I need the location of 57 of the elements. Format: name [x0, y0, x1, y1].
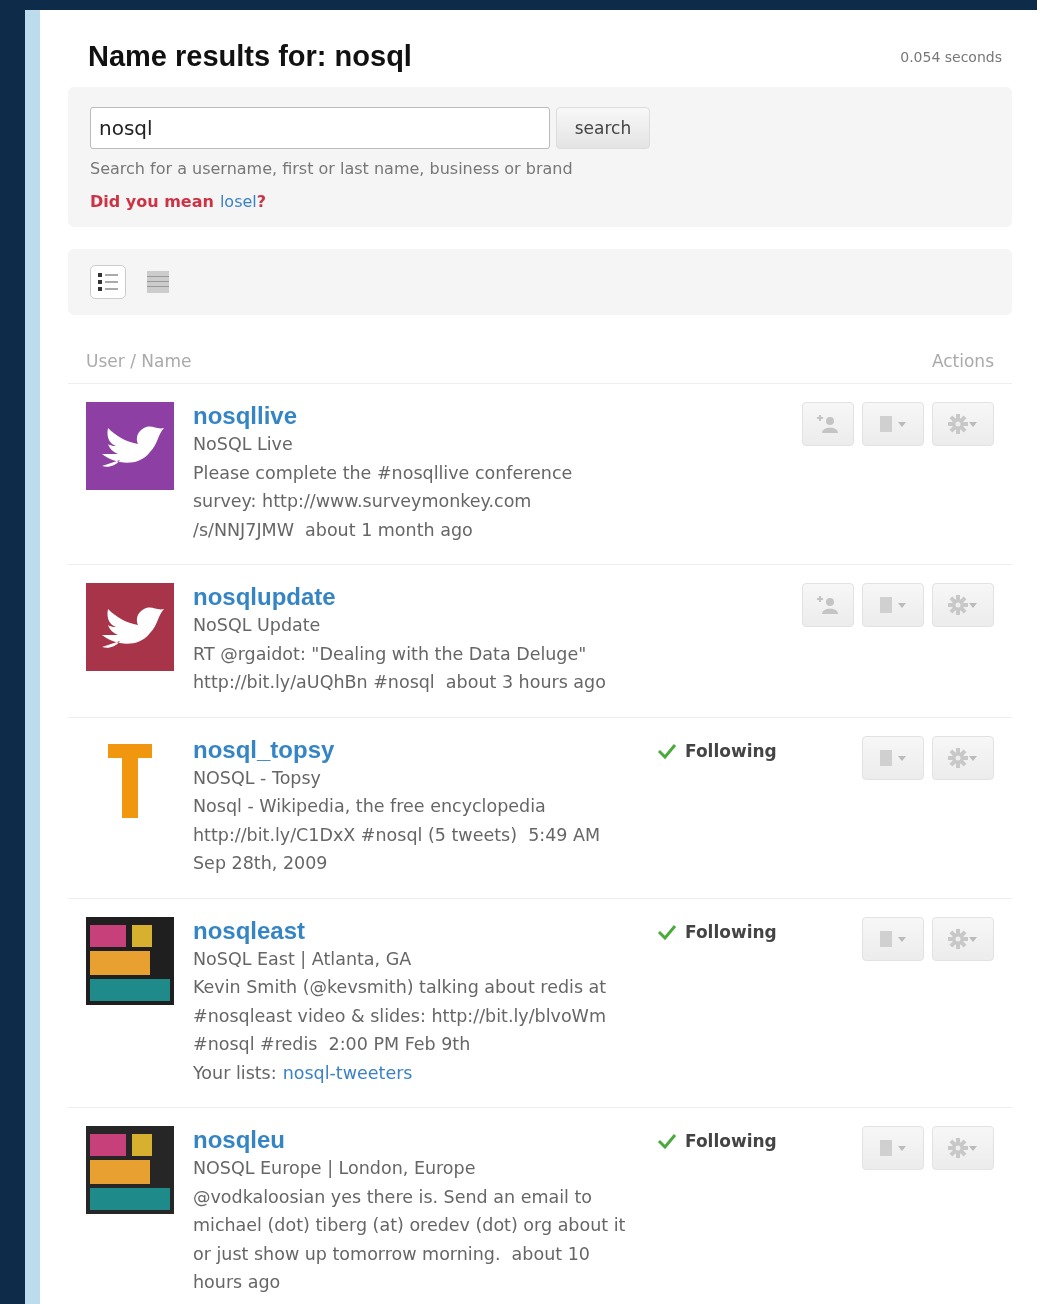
- full-name: NOSQL Europe | London, Europe: [193, 1157, 477, 1180]
- settings-caret-icon: [947, 746, 979, 769]
- lists-label: Your lists:: [193, 1061, 277, 1085]
- search-field[interactable]: nosql: [90, 107, 550, 149]
- full-name: NOSQL - Topsy: [193, 766, 322, 790]
- full-name: NoSQL Live: [193, 433, 294, 456]
- following-label: Following: [685, 921, 777, 942]
- list-link[interactable]: nosql-tweeters: [282, 1058, 413, 1087]
- follow-button[interactable]: [802, 583, 854, 627]
- full-name: NoSQL East | Atlanta, GA: [193, 947, 413, 971]
- search-hint: Search for a username, first or last name, business or brand: [90, 159, 574, 178]
- list-icon: [96, 270, 120, 294]
- settings-caret-icon: [947, 594, 979, 616]
- tweet-text: Kevin Smith (@kevsmith) talking about redis at #nosqleast video & slides: http://bit.ly/blvoWm #nosql #redis 2:00 PM Feb 9th: [193, 976, 608, 1056]
- list-view-button[interactable]: [90, 265, 126, 299]
- list-menu-button[interactable]: [862, 1126, 924, 1170]
- question-mark: ?: [256, 192, 267, 211]
- settings-menu-button[interactable]: [932, 916, 994, 961]
- username-link[interactable]: nosqllive: [193, 402, 638, 430]
- page-title: Name results for: nosql: [88, 40, 412, 73]
- suggestion-prefix: Did you mean: [90, 192, 214, 211]
- search-button[interactable]: search: [556, 107, 650, 149]
- settings-caret-icon: [947, 1137, 979, 1159]
- grid-icon: [146, 270, 170, 294]
- settings-caret-icon: [947, 927, 979, 950]
- suggestion-link[interactable]: losel: [219, 192, 257, 211]
- column-header: Actions: [931, 351, 994, 371]
- list-menu-button[interactable]: [862, 402, 924, 446]
- list-caret-icon: [878, 747, 908, 768]
- column-header: User / Name: [86, 351, 192, 371]
- settings-menu-button[interactable]: [932, 583, 994, 627]
- list-caret-icon: [878, 595, 908, 615]
- username-link[interactable]: nosqleu: [193, 1126, 638, 1154]
- list-menu-button[interactable]: [862, 735, 924, 780]
- username-link[interactable]: nosql_topsy: [193, 735, 638, 764]
- add-person-icon: [816, 595, 840, 615]
- list-menu-button[interactable]: [862, 583, 924, 627]
- following-label: Following: [685, 1131, 777, 1151]
- settings-menu-button[interactable]: [932, 1126, 994, 1170]
- settings-caret-icon: [947, 413, 979, 435]
- tweet-text: @vodkaloosian yes there is. Send an email to michael (dot) tiberg (at) oredev (dot) org about it or just show up tomorrow morning. about 10 hours ago: [193, 1185, 627, 1294]
- tweet-text: Please complete the #nosqllive conference survey: http://www.surveymonkey.com /s/NNJ7JMW about 1 month ago: [193, 461, 574, 542]
- list-caret-icon: [878, 928, 908, 949]
- tweet-text: RT @rgaidot: "Dealing with the Data Deluge" http://bit.ly/aUQhBn #nosql about 3 hours ago: [193, 642, 607, 694]
- username-link[interactable]: nosqleast: [193, 916, 638, 945]
- full-name: NoSQL Update: [193, 614, 322, 637]
- username-link[interactable]: nosqlupdate: [193, 583, 638, 611]
- list-caret-icon: [878, 1138, 908, 1158]
- list-caret-icon: [878, 414, 908, 434]
- settings-menu-button[interactable]: [932, 402, 994, 446]
- timing-text: 0.054 seconds: [900, 48, 1002, 65]
- list-menu-button[interactable]: [862, 916, 924, 961]
- settings-menu-button[interactable]: [932, 735, 994, 780]
- follow-button[interactable]: [802, 402, 854, 446]
- following-label: Following: [685, 740, 777, 761]
- tweet-text: Nosql - Wikipedia, the free encyclopedia http://bit.ly/C1DxX #nosql (5 tweets) 5:49 AM Sep 28th, 2009: [193, 795, 602, 875]
- add-person-icon: [816, 414, 840, 434]
